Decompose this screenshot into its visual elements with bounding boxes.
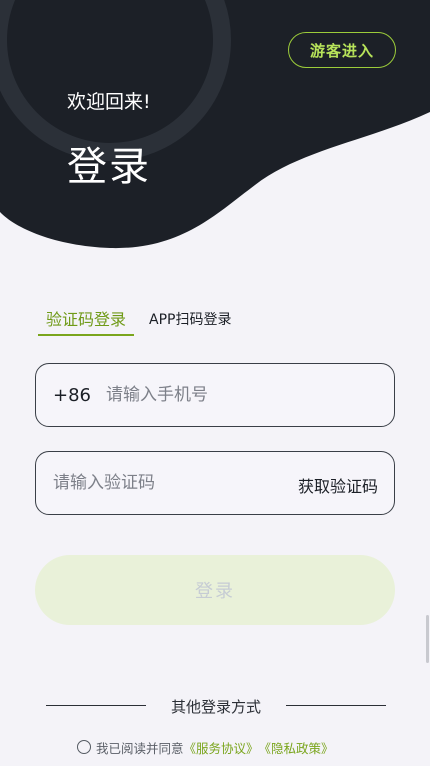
page-title: 登录 xyxy=(67,144,151,190)
divider-left xyxy=(46,705,146,706)
agreement-text: 我已阅读并同意 xyxy=(96,740,184,756)
other-login-label: 其他登录方式 xyxy=(170,698,261,716)
verification-code-input[interactable] xyxy=(53,452,283,514)
scrollbar-thumb[interactable] xyxy=(426,615,429,663)
circle-outline-icon[interactable] xyxy=(77,740,91,754)
tab-app-scan-login[interactable]: APP扫码登录 xyxy=(149,309,259,329)
divider-right xyxy=(286,705,386,706)
agreement-row: 我已阅读并同意 《服务协议》 《隐私政策》 xyxy=(77,738,334,756)
phone-field: +86 xyxy=(35,363,395,427)
country-code-prefix[interactable]: +86 xyxy=(53,385,91,406)
welcome-text: 欢迎回来! xyxy=(67,91,151,113)
privacy-policy-link[interactable]: 《隐私政策》 xyxy=(259,738,334,757)
phone-input[interactable] xyxy=(106,364,376,426)
tab-sms-login[interactable]: 验证码登录 xyxy=(38,306,134,336)
get-code-button[interactable]: 获取验证码 xyxy=(298,473,378,497)
hero-header: 游客进入 欢迎回来! 登录 xyxy=(0,0,430,260)
login-button[interactable]: 登录 xyxy=(35,555,395,625)
verification-code-field: 获取验证码 xyxy=(35,451,395,515)
service-agreement-link[interactable]: 《服务协议》 xyxy=(184,738,259,757)
guest-entry-button[interactable]: 游客进入 xyxy=(288,32,396,68)
